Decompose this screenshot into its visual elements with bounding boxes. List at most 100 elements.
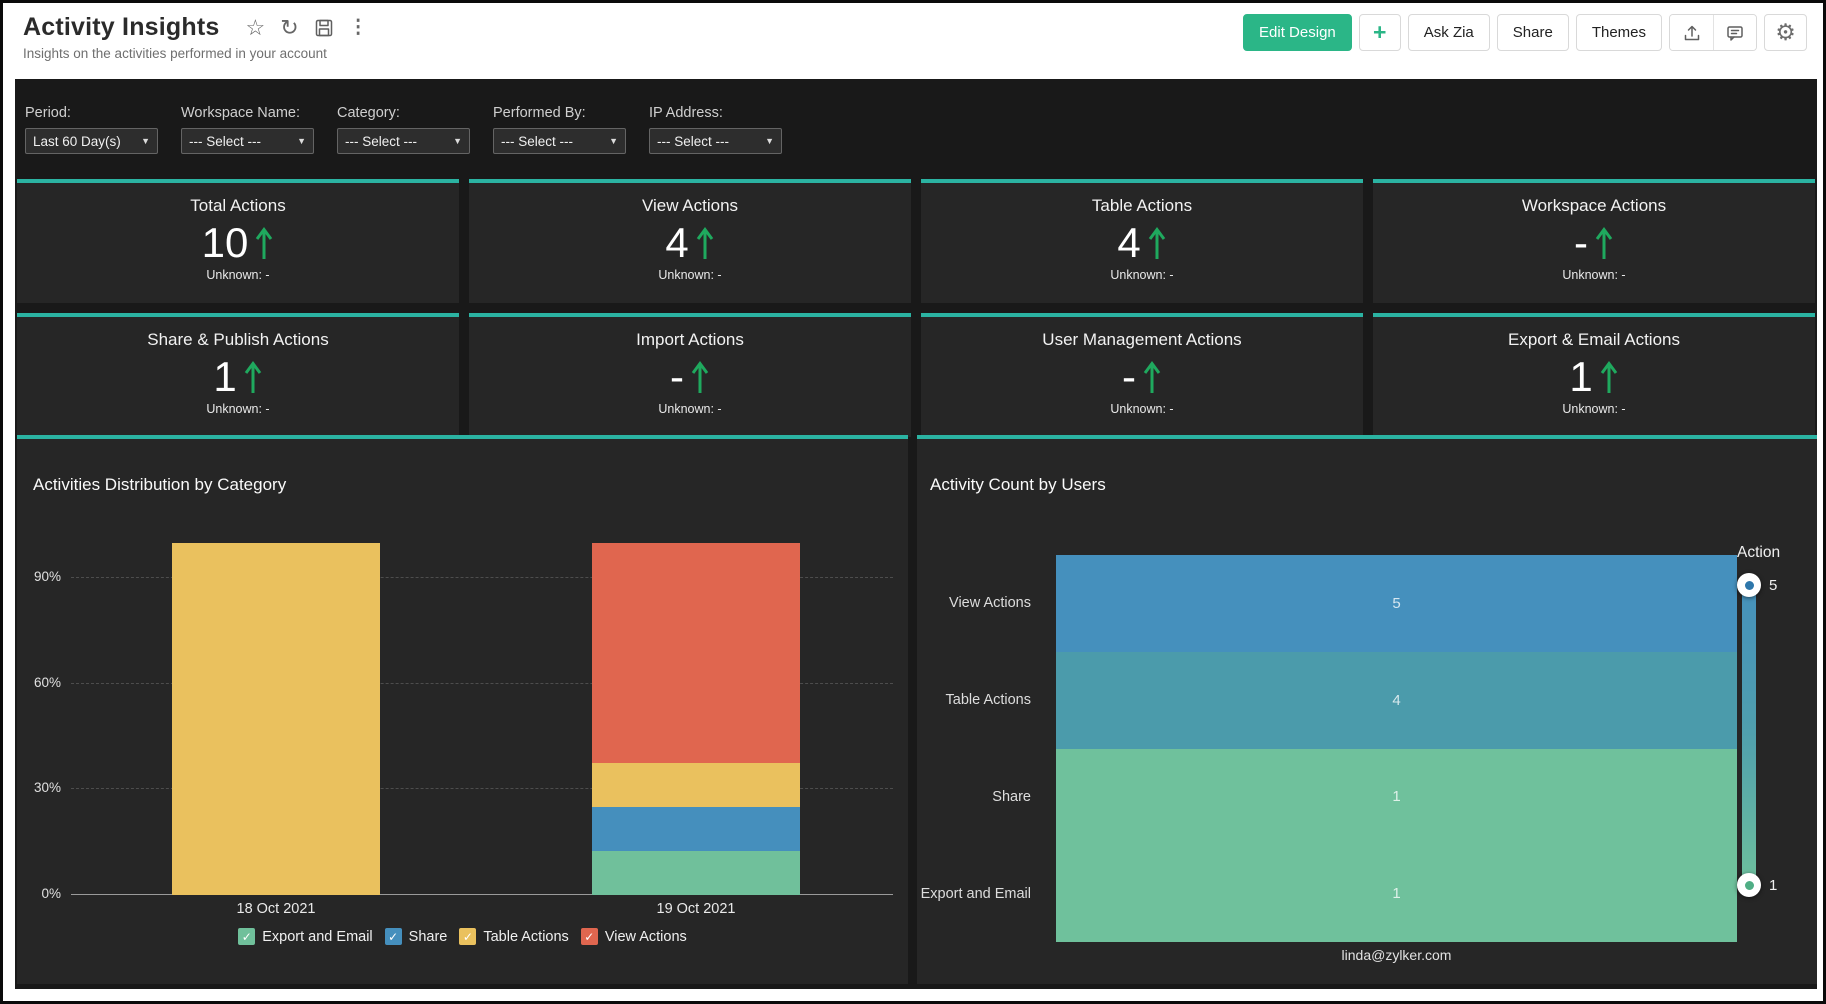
x-axis-label: linda@zylker.com xyxy=(1056,947,1737,963)
category-select[interactable]: --- Select ---▼ xyxy=(337,128,470,154)
y-axis-tick: 0% xyxy=(17,886,61,901)
trend-up-icon xyxy=(690,359,710,395)
slider-handle-dot xyxy=(1745,881,1754,890)
heat-row-value: 5 xyxy=(1392,595,1400,612)
kpi-footer: Unknown: - xyxy=(469,268,911,282)
kpi-card: Workspace Actions-Unknown: - xyxy=(1373,179,1815,303)
stacked-bar[interactable] xyxy=(172,543,380,895)
kpi-value: - xyxy=(1122,353,1136,401)
kpi-card: User Management Actions-Unknown: - xyxy=(921,313,1363,437)
workspace-select[interactable]: --- Select ---▼ xyxy=(181,128,314,154)
header: Activity Insights ☆ ↻ ⋮ Insights on the … xyxy=(3,3,1823,76)
kpi-value: 1 xyxy=(1569,353,1592,401)
performed-by-select[interactable]: --- Select ---▼ xyxy=(493,128,626,154)
share-button[interactable]: Share xyxy=(1497,14,1569,51)
kpi-card: View Actions4Unknown: - xyxy=(469,179,911,303)
chevron-down-icon: ▼ xyxy=(141,136,150,146)
slider-title: Action xyxy=(1737,544,1780,562)
kpi-title: Import Actions xyxy=(469,330,911,350)
y-axis-tick: 90% xyxy=(17,569,61,584)
heat-row[interactable]: 1 xyxy=(1056,749,1737,846)
filter-label: Workspace Name: xyxy=(181,105,314,121)
kpi-card: Export & Email Actions 1Unknown: - xyxy=(1373,313,1815,437)
kpi-title: User Management Actions xyxy=(921,330,1363,350)
trend-up-icon xyxy=(1594,225,1614,261)
add-button[interactable]: + xyxy=(1359,14,1401,51)
legend-item[interactable]: ✓ Share xyxy=(385,928,448,945)
legend-checkbox[interactable]: ✓ xyxy=(238,928,255,945)
dashboard-canvas: Period: Last 60 Day(s)▼ Workspace Name: … xyxy=(15,79,1817,989)
filter-label: Performed By: xyxy=(493,105,626,121)
legend-item[interactable]: ✓Table Actions xyxy=(459,928,568,945)
legend-checkbox[interactable]: ✓ xyxy=(385,928,402,945)
legend-checkbox[interactable]: ✓ xyxy=(459,928,476,945)
stacked-bar-panel: Activities Distribution by Category ✓Exp… xyxy=(17,435,908,984)
bar-segment[interactable] xyxy=(172,543,380,895)
kpi-value: 1 xyxy=(213,353,236,401)
star-icon[interactable]: ☆ xyxy=(246,17,266,39)
heat-row-value: 1 xyxy=(1392,885,1400,902)
kpi-card: Total Actions10Unknown: - xyxy=(17,179,459,303)
slider-handle-min[interactable] xyxy=(1737,873,1761,897)
filter-category: Category: --- Select ---▼ xyxy=(337,105,470,154)
bar-segment[interactable] xyxy=(592,763,800,807)
legend-label: Share xyxy=(409,929,448,945)
kpi-footer: Unknown: - xyxy=(17,402,459,416)
ask-zia-button[interactable]: Ask Zia xyxy=(1408,14,1490,51)
more-vertical-icon[interactable]: ⋮ xyxy=(349,17,368,39)
kpi-value: - xyxy=(1574,219,1588,267)
heat-row-value: 4 xyxy=(1392,692,1400,709)
chevron-down-icon: ▼ xyxy=(297,136,306,146)
kpi-value: 4 xyxy=(665,219,688,267)
chart-legend: ✓ Export and Email ✓ Share ✓Table Actions ✓Vi… xyxy=(17,928,908,945)
filter-bar: Period: Last 60 Day(s)▼ Workspace Name: … xyxy=(25,105,782,154)
legend-label: Export and Email xyxy=(262,929,372,945)
kpi-title: Table Actions xyxy=(921,196,1363,216)
legend-item[interactable]: ✓ Export and Email xyxy=(238,928,372,945)
action-range-slider[interactable] xyxy=(1742,577,1756,892)
bar-segment[interactable] xyxy=(592,543,800,763)
heat-rows: 5 4 1 1 xyxy=(1056,555,1737,942)
ip-address-select[interactable]: --- Select ---▼ xyxy=(649,128,782,154)
heat-row[interactable]: 4 xyxy=(1056,652,1737,749)
themes-button[interactable]: Themes xyxy=(1576,14,1662,51)
slider-min-value: 1 xyxy=(1769,877,1777,894)
chevron-down-icon: ▼ xyxy=(765,136,774,146)
stacked-bar[interactable] xyxy=(592,543,800,895)
heat-row-label: View Actions xyxy=(917,555,1044,652)
kpi-footer: Unknown: - xyxy=(469,402,911,416)
kpi-value: 4 xyxy=(1117,219,1140,267)
page-title: Activity Insights xyxy=(23,13,220,42)
comment-icon[interactable] xyxy=(1713,15,1756,50)
y-axis-tick: 30% xyxy=(17,780,61,795)
kpi-title: Workspace Actions xyxy=(1373,196,1815,216)
kpi-card: Import Actions-Unknown: - xyxy=(469,313,911,437)
edit-design-button[interactable]: Edit Design xyxy=(1243,14,1352,51)
heat-row[interactable]: 1 xyxy=(1056,845,1737,942)
kpi-title: Share & Publish Actions xyxy=(17,330,459,350)
legend-checkbox[interactable]: ✓ xyxy=(581,928,598,945)
chart-title: Activity Count by Users xyxy=(930,475,1106,495)
x-axis-tick: 18 Oct 2021 xyxy=(186,901,366,917)
slider-max-value: 5 xyxy=(1769,577,1777,594)
period-select[interactable]: Last 60 Day(s)▼ xyxy=(25,128,158,154)
settings-icon[interactable]: ⚙ xyxy=(1764,14,1807,51)
bar-segment[interactable] xyxy=(592,851,800,895)
kpi-value: 10 xyxy=(202,219,249,267)
filter-performed-by: Performed By: --- Select ---▼ xyxy=(493,105,626,154)
kpi-footer: Unknown: - xyxy=(1373,402,1815,416)
refresh-icon[interactable]: ↻ xyxy=(280,17,298,39)
kpi-card: Table Actions 4Unknown: - xyxy=(921,179,1363,303)
app-window: Activity Insights ☆ ↻ ⋮ Insights on the … xyxy=(0,0,1826,1004)
slider-handle-max[interactable] xyxy=(1737,573,1761,597)
filter-label: Category: xyxy=(337,105,470,121)
kpi-grid: Total Actions10Unknown: -View Actions4Un… xyxy=(17,179,1815,437)
heat-row[interactable]: 5 xyxy=(1056,555,1737,652)
kpi-footer: Unknown: - xyxy=(921,268,1363,282)
bar-segment[interactable] xyxy=(592,807,800,851)
export-icon[interactable] xyxy=(1670,15,1713,50)
legend-item[interactable]: ✓View Actions xyxy=(581,928,687,945)
save-icon[interactable] xyxy=(314,18,334,38)
kpi-title: Export & Email Actions xyxy=(1373,330,1815,350)
filter-ip-address: IP Address: --- Select ---▼ xyxy=(649,105,782,154)
